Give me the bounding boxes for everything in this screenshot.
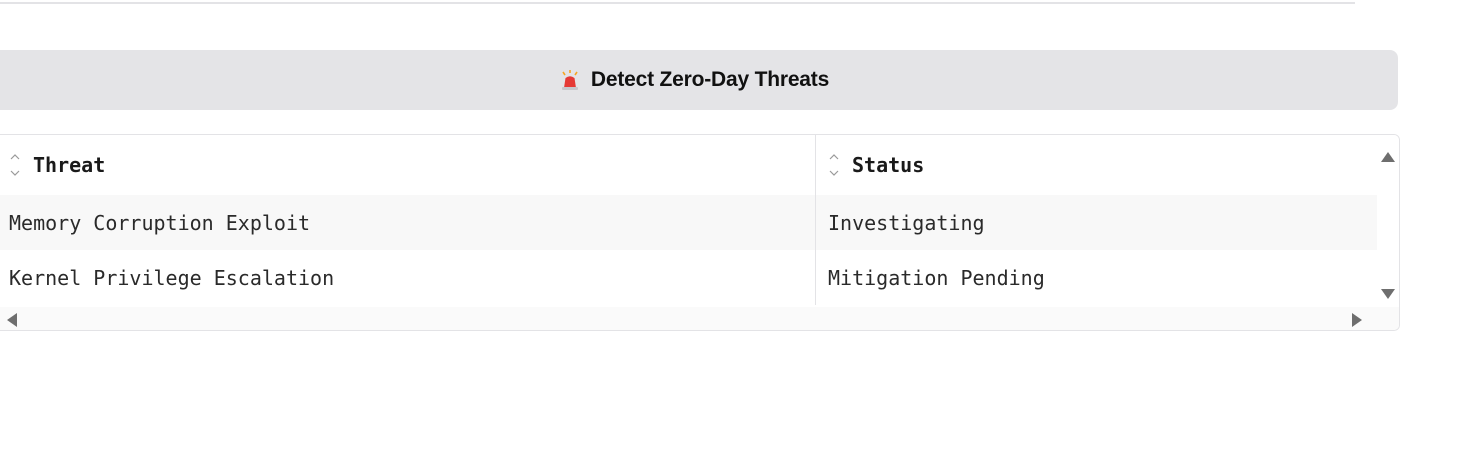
threats-table: Threat Status Memory Corruption Exploit …	[0, 134, 1400, 331]
table-row[interactable]: Memory Corruption Exploit Investigating	[0, 195, 1377, 250]
horizontal-scrollbar[interactable]	[0, 307, 1399, 330]
column-header-label: Status	[852, 153, 925, 177]
sort-icon[interactable]	[828, 150, 840, 180]
column-header-label: Threat	[33, 153, 106, 177]
table-cell-threat[interactable]: Memory Corruption Exploit	[0, 195, 816, 250]
table-row[interactable]: Kernel Privilege Escalation Mitigation P…	[0, 250, 1377, 305]
sort-icon[interactable]	[9, 150, 21, 180]
detect-threats-label: Detect Zero-Day Threats	[590, 68, 830, 91]
table-grid: Threat Status Memory Corruption Exploit …	[0, 135, 1377, 307]
vertical-scrollbar[interactable]	[1377, 135, 1399, 307]
table-cell-status[interactable]: Mitigation Pending	[816, 250, 1377, 305]
table-cell-status[interactable]: Investigating	[816, 195, 1377, 250]
scroll-left-arrow-icon[interactable]	[7, 312, 17, 330]
column-header-status[interactable]: Status	[816, 135, 1377, 195]
scroll-right-arrow-icon[interactable]	[1352, 312, 1362, 330]
scroll-up-arrow-icon[interactable]	[1381, 147, 1395, 166]
rotating-light-icon	[559, 69, 581, 91]
table-header-row: Threat Status	[0, 135, 1377, 195]
column-header-threat[interactable]: Threat	[0, 135, 816, 195]
scroll-down-arrow-icon[interactable]	[1381, 284, 1395, 303]
section-divider	[0, 2, 1355, 4]
table-cell-threat[interactable]: Kernel Privilege Escalation	[0, 250, 816, 305]
detect-threats-button[interactable]: Detect Zero-Day Threats	[0, 50, 1398, 110]
